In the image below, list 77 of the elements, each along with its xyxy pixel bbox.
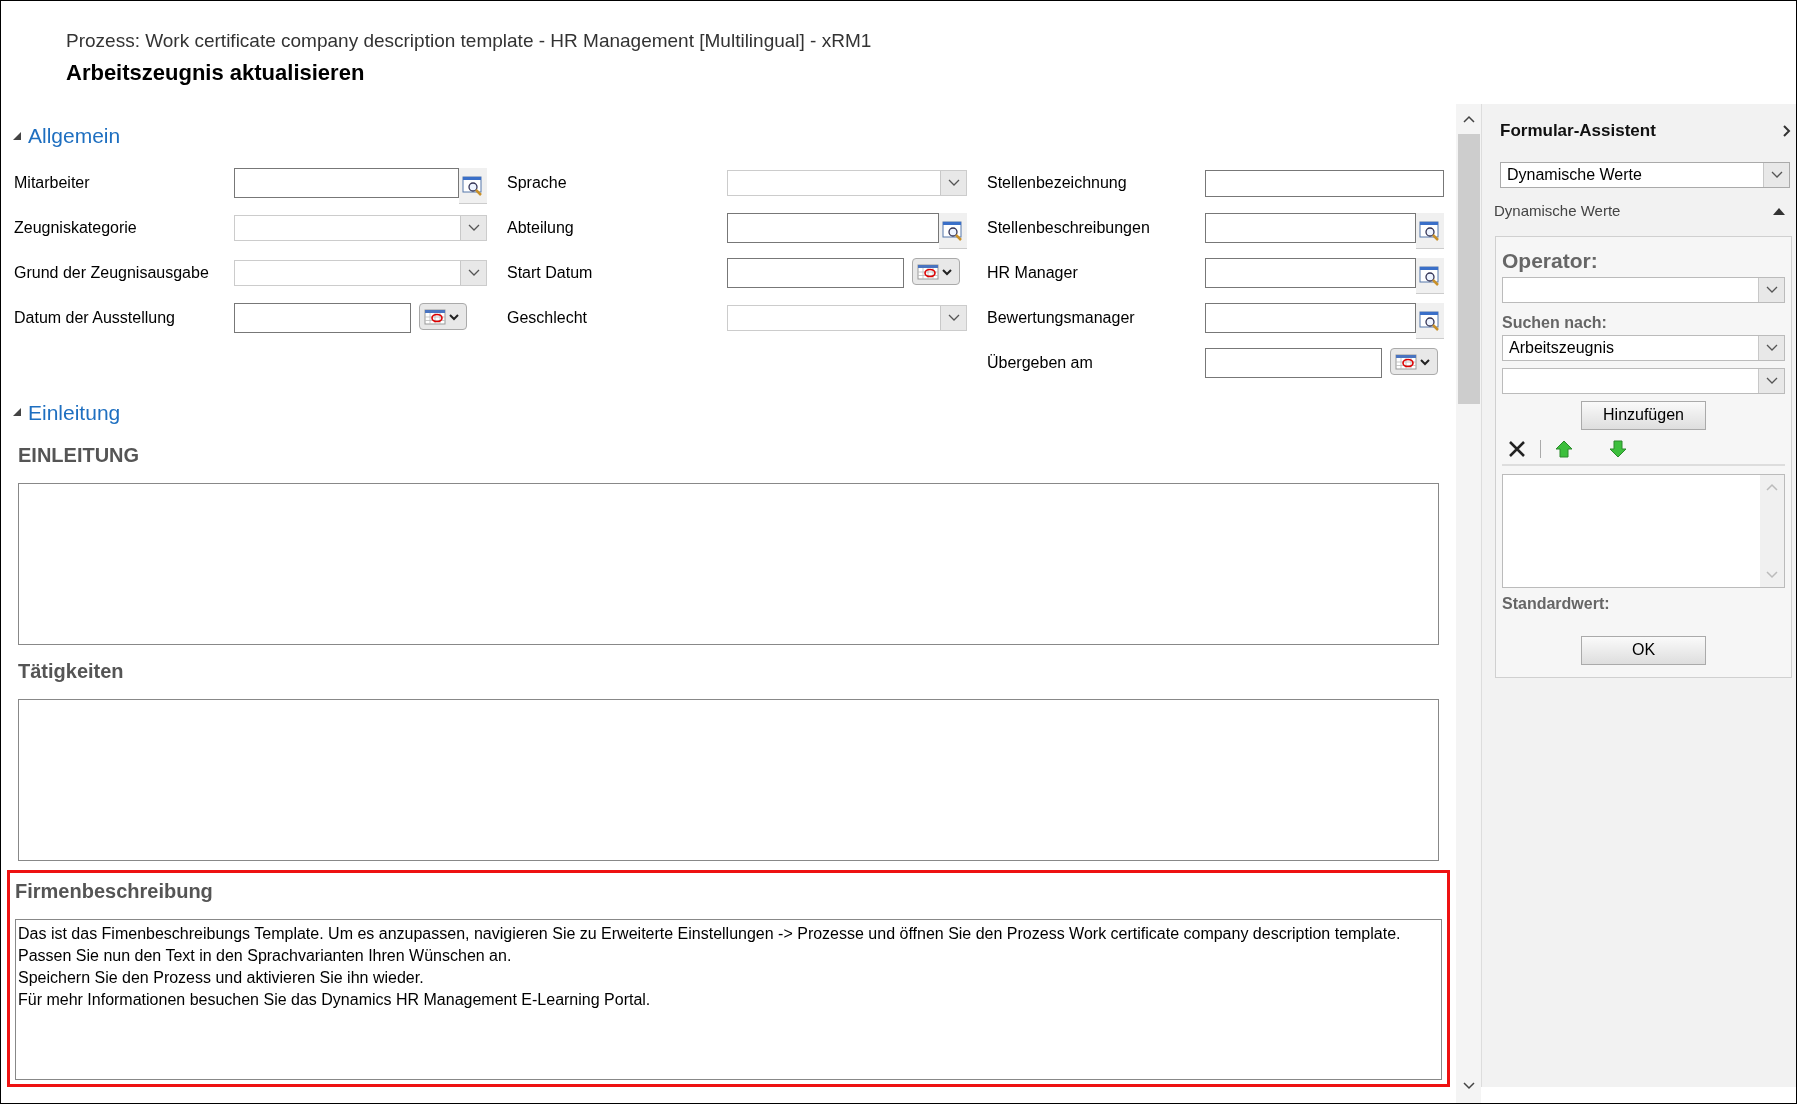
date-field[interactable] bbox=[1205, 348, 1382, 378]
dropdown-field[interactable] bbox=[727, 305, 967, 331]
mode-dropdown[interactable]: Dynamische Werte bbox=[1500, 161, 1790, 188]
lookup-button[interactable] bbox=[459, 168, 487, 204]
chevron-down-icon bbox=[1770, 170, 1783, 179]
collapse-triangle-icon[interactable] bbox=[12, 130, 22, 141]
field-label: EINLEITUNG bbox=[18, 443, 141, 468]
collapse-triangle-icon[interactable] bbox=[1772, 206, 1786, 215]
lookup-button[interactable] bbox=[939, 213, 967, 249]
text-area[interactable]: Das ist das Fimenbeschreibungs Template. Um es anzupassen, navigieren Sie zu Erweiterte Einstellungen -> Prozesse und öffnen Sie den Prozess Work certificate company description template. Passen Sie nun den Text in den Sprachvarianten Ihren Wünschen an. Speichern Sie den Prozess und aktivieren Sie ihn wieder. Für mehr Informationen besuchen Sie das Dynamics HR Management E-Learning Portal. bbox=[15, 919, 1442, 1080]
calendar-icon bbox=[1395, 352, 1433, 371]
lookup-icon bbox=[942, 220, 964, 241]
chevron-down-icon bbox=[467, 224, 480, 232]
lookup-icon bbox=[1419, 220, 1441, 241]
chevron-down-icon bbox=[467, 269, 480, 277]
search-dropdown[interactable]: Arbeitszeugnis bbox=[1502, 334, 1785, 361]
calendar-button[interactable] bbox=[1390, 348, 1438, 375]
field-label: Firmenbeschreibung bbox=[15, 879, 214, 904]
date-field[interactable] bbox=[234, 303, 411, 333]
lookup-icon bbox=[1419, 310, 1441, 331]
calendar-button[interactable] bbox=[419, 303, 467, 330]
lookup-button[interactable] bbox=[1416, 213, 1444, 249]
section-title: Einleitung bbox=[28, 399, 121, 426]
lookup-field[interactable] bbox=[727, 213, 939, 243]
panel-title: Formular-Assistent bbox=[1500, 120, 1656, 142]
lookup-field[interactable] bbox=[1205, 213, 1416, 243]
lookup-field[interactable] bbox=[1205, 258, 1416, 288]
section-title: Allgemein bbox=[28, 123, 121, 149]
field-label: Bewertungsmanager bbox=[987, 308, 1136, 328]
dropdown-field[interactable] bbox=[234, 215, 487, 241]
lookup-icon bbox=[462, 175, 484, 196]
dropdown-field[interactable] bbox=[234, 260, 487, 286]
field-label: Stellenbeschreibungen bbox=[987, 218, 1151, 238]
field-label: Stellenbezeichnung bbox=[987, 173, 1128, 193]
chevron-down-icon bbox=[947, 314, 960, 322]
field-label: Mitarbeiter bbox=[14, 173, 91, 193]
lookup-button[interactable] bbox=[1416, 258, 1444, 294]
scroll-down-icon[interactable] bbox=[1462, 1079, 1475, 1091]
calendar-button[interactable] bbox=[912, 258, 960, 285]
delete-icon[interactable] bbox=[1508, 439, 1526, 458]
field-label: Start Datum bbox=[507, 263, 594, 283]
form-title: Arbeitszeugnis aktualisieren bbox=[66, 59, 366, 87]
collapse-triangle-icon[interactable] bbox=[12, 407, 22, 418]
text-field[interactable] bbox=[1205, 169, 1444, 197]
process-title: Prozess: Work certificate company description template - HR Management [Multilingual] - xRM1 bbox=[66, 29, 873, 53]
scrollbar[interactable] bbox=[1456, 104, 1481, 1103]
calendar-icon bbox=[424, 307, 462, 326]
chevron-right-icon[interactable] bbox=[1782, 124, 1792, 137]
chevron-down-icon bbox=[1765, 285, 1778, 294]
arrow-up-icon[interactable] bbox=[1555, 439, 1573, 458]
lookup-icon bbox=[1419, 265, 1441, 286]
ok-button[interactable]: OK bbox=[1581, 635, 1706, 665]
dropdown-field[interactable] bbox=[727, 170, 967, 196]
chevron-down-icon bbox=[947, 179, 960, 187]
lookup-button[interactable] bbox=[1416, 303, 1444, 339]
field-label: Geschlecht bbox=[507, 308, 589, 328]
calendar-icon bbox=[917, 262, 955, 281]
lookup-field[interactable] bbox=[1205, 303, 1416, 333]
field-label: Operator: bbox=[1502, 248, 1599, 274]
arrow-down-icon[interactable] bbox=[1609, 439, 1627, 458]
field-label: HR Manager bbox=[987, 263, 1079, 283]
add-button[interactable]: Hinzufügen bbox=[1581, 400, 1706, 430]
lookup-field[interactable] bbox=[234, 168, 459, 198]
scrollbar-thumb[interactable] bbox=[1457, 134, 1480, 404]
subsection-title: Dynamische Werte bbox=[1494, 200, 1621, 221]
chevron-down-icon bbox=[1765, 343, 1778, 352]
field-label: Datum der Ausstellung bbox=[14, 308, 176, 328]
field-label: Abteilung bbox=[507, 218, 575, 238]
field-label: Sprache bbox=[507, 173, 568, 193]
field-label: Grund der Zeugnisausgabe bbox=[14, 263, 210, 283]
field-label: Suchen nach: bbox=[1502, 312, 1608, 333]
field-label: Standardwert: bbox=[1502, 593, 1611, 614]
field-label: Zeugniskategorie bbox=[14, 218, 138, 238]
field-label: Tätigkeiten bbox=[18, 659, 125, 684]
date-field[interactable] bbox=[727, 258, 904, 288]
field-label: Übergeben am bbox=[987, 353, 1094, 373]
chevron-down-icon bbox=[1765, 376, 1778, 385]
